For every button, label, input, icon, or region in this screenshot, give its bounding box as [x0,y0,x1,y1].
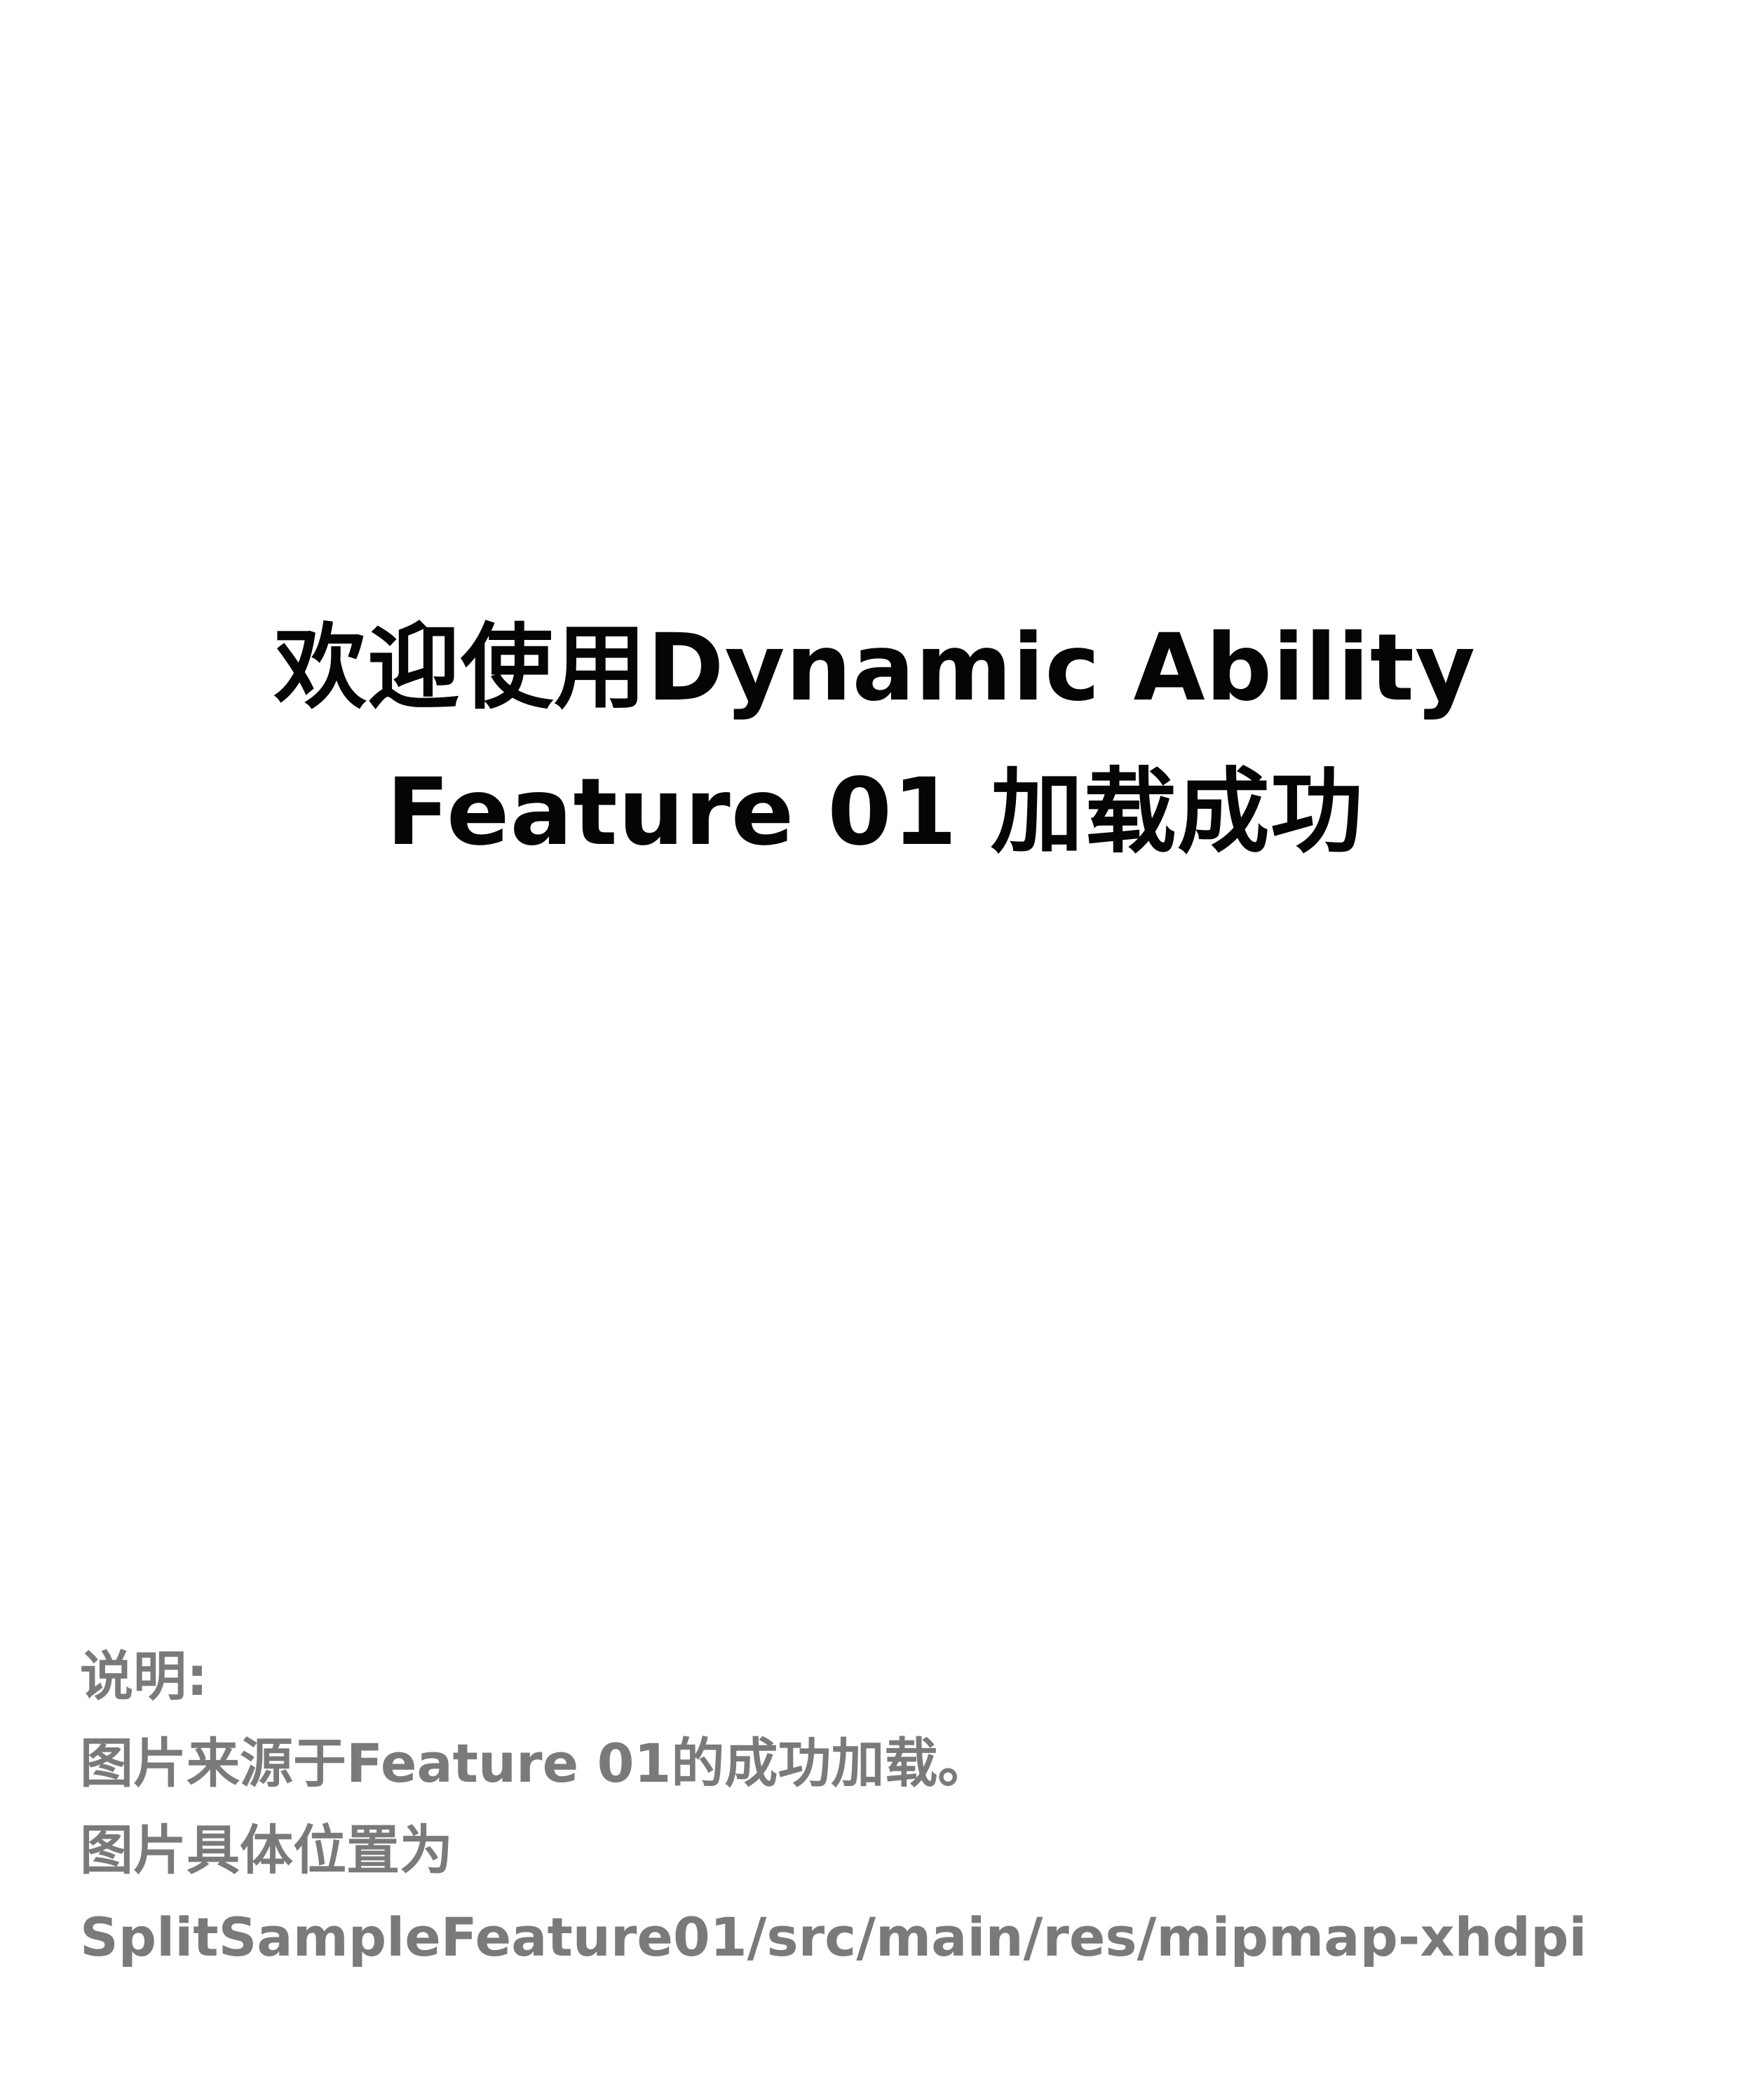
description-note: 说明: 图片来源于Feature 01的成功加载。 图片具体位置为 SplitS… [80,1633,1721,1981]
headline-line-2: Feature 01 加载成功 [386,758,1364,866]
note-path: SplitSampleFeature01/src/main/res/mipmap… [80,1906,1587,1968]
note-line-2: 图片具体位置为 [80,1819,453,1881]
feature-screen: 欢迎使用Dynamic Ability Feature 01 加载成功 说明: … [0,0,1750,2100]
welcome-headline: 欢迎使用Dynamic Ability Feature 01 加载成功 [0,596,1750,885]
note-line-1: 图片来源于Feature 01的成功加载。 [80,1732,991,1794]
headline-line-1: 欢迎使用Dynamic Ability [273,614,1477,722]
note-heading: 说明: [80,1645,208,1707]
